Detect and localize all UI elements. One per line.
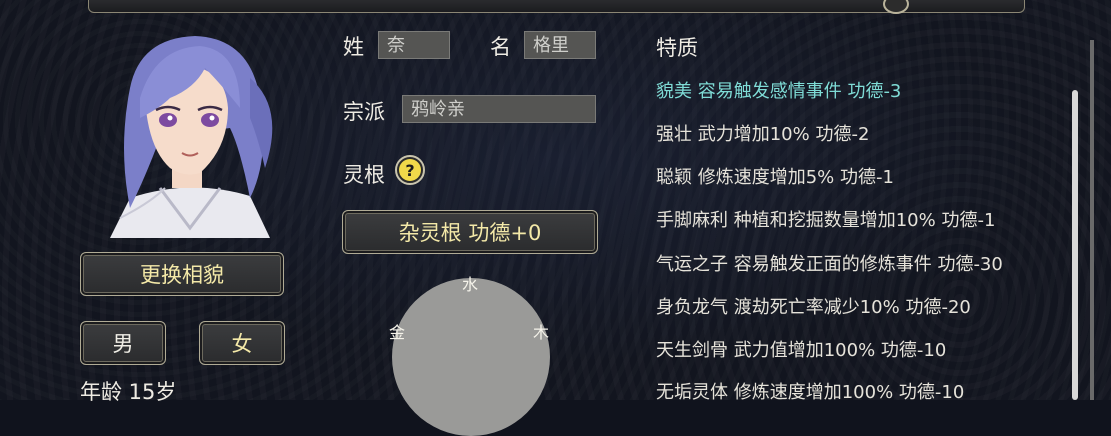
trait-item[interactable]: 天生剑骨 武力值增加100% 功德-10 xyxy=(656,336,946,362)
trait-item[interactable]: 气运之子 容易触发正面的修炼事件 功德-30 xyxy=(656,250,1003,276)
givenname-field[interactable]: 格里 xyxy=(524,31,596,59)
spirit-root-button[interactable]: 杂灵根 功德+0 xyxy=(342,210,598,254)
trait-item[interactable]: 身负龙气 渡劫死亡率减少10% 功德-20 xyxy=(656,293,971,319)
change-look-button[interactable]: 更换相貌 xyxy=(80,252,284,296)
close-knob-icon[interactable] xyxy=(883,0,909,14)
outer-scrollbar[interactable] xyxy=(1090,40,1094,400)
male-label: 男 xyxy=(112,332,134,356)
character-portrait xyxy=(110,36,273,238)
element-water: 水 xyxy=(462,275,479,294)
sect-label: 宗派 xyxy=(343,100,385,124)
trait-item[interactable]: 强壮 武力增加10% 功德-2 xyxy=(656,120,869,146)
traits-title: 特质 xyxy=(656,36,698,60)
spirit-root-label: 杂灵根 功德+0 xyxy=(398,221,542,245)
element-chart xyxy=(392,278,550,436)
surname-label: 姓 xyxy=(343,35,364,59)
element-wood: 木 xyxy=(533,323,550,342)
change-look-label: 更换相貌 xyxy=(140,263,224,287)
help-icon[interactable]: ? xyxy=(395,155,425,185)
surname-field[interactable]: 奈 xyxy=(378,31,450,59)
element-metal: 金 xyxy=(389,323,406,342)
male-button[interactable]: 男 xyxy=(80,321,166,365)
traits-scrollbar[interactable] xyxy=(1072,90,1078,400)
trait-item[interactable]: 无垢灵体 修炼速度增加100% 功德-10 xyxy=(656,378,964,404)
givenname-label: 名 xyxy=(490,35,511,59)
trait-item[interactable]: 貌美 容易触发感情事件 功德-3 xyxy=(656,77,901,103)
age-text: 年龄 15岁 xyxy=(80,380,177,404)
root-label: 灵根 xyxy=(343,163,385,187)
help-glyph: ? xyxy=(399,159,421,181)
trait-item[interactable]: 聪颖 修炼速度增加5% 功德-1 xyxy=(656,163,894,189)
female-label: 女 xyxy=(231,332,253,356)
top-frame xyxy=(88,0,1025,14)
sect-field[interactable]: 鸦岭亲 xyxy=(402,95,596,123)
trait-item[interactable]: 手脚麻利 种植和挖掘数量增加10% 功德-1 xyxy=(656,206,995,232)
female-button[interactable]: 女 xyxy=(199,321,285,365)
